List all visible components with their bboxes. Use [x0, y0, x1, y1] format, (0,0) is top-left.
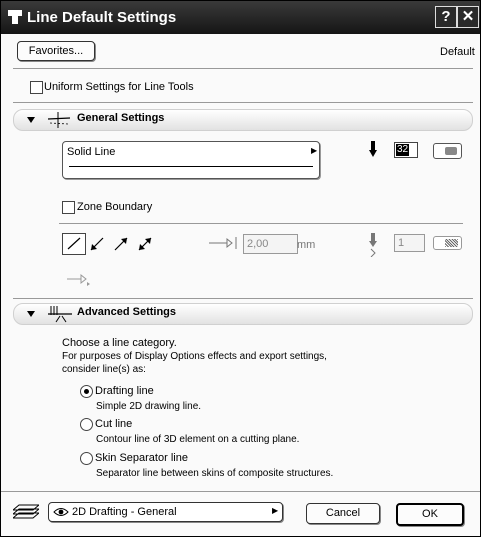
cut-line-desc: Contour line of 3D element on a cutting … [96, 434, 300, 445]
cut-line-radio[interactable] [80, 418, 93, 431]
arrow-end-icon[interactable] [112, 235, 130, 253]
cut-line-label: Cut line [95, 418, 133, 430]
divider [13, 298, 473, 299]
arrow-pen-icon [369, 233, 377, 257]
pen-number-value: 32 [396, 144, 410, 156]
arrow-size-unit: mm [297, 239, 316, 251]
no-arrow-button[interactable] [62, 233, 86, 255]
layer-label: 2D Drafting - General [72, 506, 177, 518]
window-title: Line Default Settings [27, 9, 177, 26]
close-button[interactable]: ✕ [457, 6, 479, 28]
line-type-selector[interactable]: Solid Line ▶ [62, 141, 320, 179]
eye-icon [53, 508, 69, 516]
divider [59, 223, 463, 224]
divider [13, 68, 473, 69]
dropdown-arrow-icon: ▶ [311, 146, 318, 155]
advanced-settings-header[interactable]: Advanced Settings [13, 303, 473, 325]
arrow-pen-toggle[interactable] [433, 236, 462, 250]
category-intro: For purposes of Display Options effects … [62, 351, 327, 362]
layer-selector[interactable]: 2D Drafting - General ▶ [48, 502, 283, 522]
pen-icon [369, 141, 377, 157]
general-settings-icon [48, 112, 70, 128]
advanced-settings-title: Advanced Settings [77, 306, 177, 318]
pen-number-field[interactable]: 32 [394, 142, 418, 158]
zone-boundary-checkbox[interactable] [62, 201, 75, 214]
line-type-label: Solid Line [67, 146, 116, 158]
skin-separator-desc: Separator line between skins of composit… [96, 468, 334, 479]
app-icon [8, 10, 22, 24]
arrow-both-icon[interactable] [136, 235, 154, 253]
drafting-line-label: Drafting line [95, 385, 154, 397]
uniform-settings-checkbox[interactable] [30, 81, 43, 94]
advanced-settings-icon [48, 306, 72, 323]
divider [13, 102, 473, 103]
arrow-pen-field[interactable]: 1 [394, 234, 425, 252]
skin-separator-label: Skin Separator line [95, 452, 188, 464]
arrow-size-icon [209, 237, 237, 249]
skin-separator-radio[interactable] [80, 452, 93, 465]
title-bar: Line Default Settings ? ✕ [1, 1, 480, 34]
collapse-triangle-icon[interactable] [27, 117, 35, 123]
uniform-settings-label: Uniform Settings for Line Tools [44, 81, 194, 93]
drafting-line-radio[interactable] [80, 385, 93, 398]
default-label: Default [440, 46, 475, 58]
arrow-size-field[interactable]: 2,00 [243, 234, 298, 254]
arrow-direction-icon [67, 273, 90, 286]
pattern-swatch-icon [445, 239, 458, 247]
divider [1, 491, 480, 492]
layers-icon [13, 504, 39, 519]
pen-toggle[interactable] [433, 143, 462, 159]
zone-boundary-label: Zone Boundary [77, 201, 153, 213]
line-preview [69, 166, 313, 167]
favorites-button[interactable]: Favorites... [17, 41, 95, 61]
general-settings-title: General Settings [77, 112, 165, 124]
ok-button[interactable]: OK [396, 503, 464, 526]
collapse-triangle-icon[interactable] [27, 311, 35, 317]
category-intro: Choose a line category. [62, 337, 177, 349]
general-settings-header[interactable]: General Settings [13, 109, 473, 131]
plain-line-icon [67, 237, 81, 250]
dropdown-arrow-icon: ▶ [272, 506, 279, 515]
drafting-line-desc: Simple 2D drawing line. [96, 401, 202, 412]
arrow-start-icon[interactable] [88, 235, 106, 253]
help-button[interactable]: ? [435, 6, 457, 28]
line-default-settings-dialog: Line Default Settings ? ✕ Favorites... D… [0, 0, 481, 537]
category-intro: consider line(s) as: [62, 364, 146, 375]
cancel-button[interactable]: Cancel [306, 503, 380, 524]
